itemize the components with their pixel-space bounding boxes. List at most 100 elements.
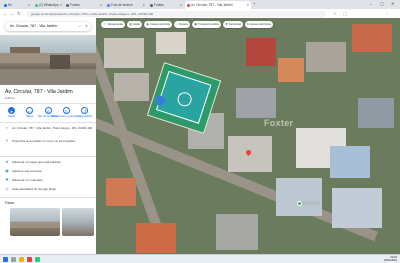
label-icon: ⚑ (5, 178, 9, 182)
browser-tab[interactable]: Ee ✕ (2, 1, 32, 9)
chip-label: Farmácias (229, 23, 242, 26)
browser-tab[interactable]: Fontes ✕ (64, 1, 104, 9)
close-tab-icon[interactable]: ✕ (27, 3, 30, 7)
building-roof (104, 38, 144, 68)
url-input[interactable]: google.com/maps/place/Av.+Circular,+787+… (26, 10, 326, 17)
chrome-icon[interactable] (27, 256, 32, 262)
hotel-icon: ▤ (129, 22, 133, 26)
system-clock[interactable]: 09:24 26/01/2024 (384, 256, 397, 262)
building-roof (332, 188, 382, 228)
history-icon: ◷ (5, 187, 9, 191)
location-icon: ⌖ (5, 126, 9, 130)
transit-icon: ▣ (194, 22, 198, 26)
building-roof (156, 32, 186, 54)
add-place-row[interactable]: ⊕ Adicionar um lugar que está faltando (5, 160, 93, 164)
action-label: Salvar (26, 115, 34, 118)
tab-label: Fontes (70, 3, 80, 7)
clock-date: 26/01/2024 (384, 258, 397, 262)
search-value: Av. Circular, 787 - Vila Jardim (10, 24, 57, 28)
add-place-icon: ⊕ (5, 160, 9, 164)
business-icon: ▦ (5, 169, 9, 173)
chip-hotels[interactable]: ▤ Hotéis (127, 21, 143, 28)
forward-icon[interactable]: → (9, 11, 15, 17)
start-icon[interactable] (3, 256, 8, 262)
tab-label: Foto de endere (111, 3, 133, 7)
close-icon[interactable]: ✕ (85, 22, 88, 31)
extensions-icon[interactable]: ⬚ (342, 11, 348, 17)
chip-pharmacies[interactable]: ✚ Farmácias (223, 21, 244, 28)
tab-favicon-icon (66, 3, 69, 7)
reload-icon[interactable]: ↻ (16, 11, 22, 17)
close-tab-icon[interactable]: ✕ (60, 3, 63, 7)
building-roof (306, 42, 346, 72)
close-window-icon[interactable]: ✕ (391, 1, 394, 6)
browser-tab[interactable]: Fontes ✕ (148, 1, 184, 9)
add-label-text: Adicionar um marcador (12, 178, 44, 182)
search-input[interactable]: Av. Circular, 787 - Vila Jardim ⌕ ✕ (5, 22, 91, 31)
chip-atms[interactable]: $ Caixas eletrônicos (245, 21, 273, 28)
minimize-icon[interactable]: – (370, 1, 372, 6)
add-label-row[interactable]: ⚑ Adicionar um marcador (5, 178, 93, 182)
location-pin-icon[interactable] (244, 148, 253, 157)
chip-label: Transporte público (198, 23, 220, 26)
tab-favicon-icon (4, 3, 7, 7)
tab-favicon-icon (150, 3, 153, 7)
chip-transit[interactable]: ▣ Transporte público (192, 21, 222, 28)
new-tab-icon[interactable]: + (253, 1, 255, 6)
action-buttons: ➤ Rotas ▭ Salvar ◎ Nas proximidades ▯ En… (3, 107, 93, 118)
restaurant-icon: 🍴 (103, 22, 107, 26)
add-business-text: Adicione sua empresa (12, 169, 42, 173)
close-tab-icon[interactable]: ✕ (179, 3, 182, 7)
file-explorer-icon[interactable] (19, 256, 24, 262)
place-category: Edifício (5, 96, 15, 100)
save-button[interactable]: ▭ Salvar (21, 107, 38, 118)
place-photo[interactable] (0, 35, 96, 85)
tab-label: Ee (8, 3, 12, 7)
directions-button[interactable]: ➤ Rotas (3, 107, 20, 118)
address-row[interactable]: ⌖ Av. Circular, 787 - Vila Jardim, Porto… (5, 126, 93, 130)
building-roof (246, 38, 276, 66)
whatsapp-icon[interactable] (35, 256, 40, 262)
satellite-map[interactable]: Foxter Escola Infantil 🍴 Restaurantes ▤ Ho… (96, 18, 400, 254)
divider (0, 103, 96, 104)
star-icon[interactable]: ☆ (332, 11, 338, 17)
search-icon[interactable] (11, 256, 16, 262)
suggest-edit-row[interactable]: ✎ Proponha uma edição no nome ou informa… (5, 139, 93, 143)
building-roof (236, 88, 276, 118)
building-roof (216, 214, 258, 250)
browser-tab-strip: Ee ✕ (2) WhatsApp ✕ Fontes ✕ Foto de end… (0, 0, 400, 9)
tab-favicon-icon (107, 3, 110, 7)
add-business-row[interactable]: ▦ Adicione sua empresa (5, 169, 93, 173)
atm-icon: $ (247, 22, 249, 26)
share-button[interactable]: ⤴ Compartilhar (76, 107, 93, 118)
send-to-phone-button[interactable]: ▯ Enviar para o smartphone (51, 107, 81, 118)
add-place-text: Adicionar um lugar que está faltando (12, 160, 61, 164)
maximize-icon[interactable]: ▢ (380, 1, 384, 6)
directions-icon: ➤ (8, 107, 15, 114)
chip-museums[interactable]: ⌂ Museus (174, 21, 191, 28)
close-tab-icon[interactable]: ✕ (142, 3, 145, 7)
browser-tab[interactable]: (2) WhatsApp ✕ (33, 1, 63, 9)
poi-label[interactable]: Escola Infantil (302, 201, 319, 205)
tab-favicon-icon (35, 3, 38, 7)
building-roof (330, 146, 370, 178)
photo-thumbnail[interactable] (10, 208, 60, 236)
tab-label: (2) WhatsApp (39, 3, 59, 7)
photo-thumbnail[interactable] (62, 208, 94, 236)
search-icon[interactable]: ⌕ (79, 22, 81, 31)
category-chips: 🍴 Restaurantes ▤ Hotéis ◉ Coisas para fazer… (101, 21, 273, 28)
chip-label: Hotéis (133, 23, 141, 26)
building-roof (106, 178, 136, 206)
divider (0, 122, 96, 123)
close-tab-icon[interactable]: ✕ (99, 3, 102, 7)
chip-things-to-do[interactable]: ◉ Coisas para fazer (144, 21, 173, 28)
close-tab-icon[interactable]: ✕ (246, 3, 249, 7)
back-icon[interactable]: ← (2, 11, 8, 17)
maps-activity-row[interactable]: ◷ Suas atividades do Google Maps (5, 187, 93, 191)
browser-tab-active[interactable]: Av. Circular, 787 - Vila Jardim ✕ (185, 1, 251, 9)
chip-label: Caixas eletrônicos (249, 23, 271, 26)
browser-tab[interactable]: Foto de endere ✕ (105, 1, 147, 9)
menu-icon[interactable]: ⋮ (384, 11, 390, 17)
share-icon: ⤴ (81, 107, 88, 114)
chip-restaurants[interactable]: 🍴 Restaurantes (101, 21, 126, 28)
